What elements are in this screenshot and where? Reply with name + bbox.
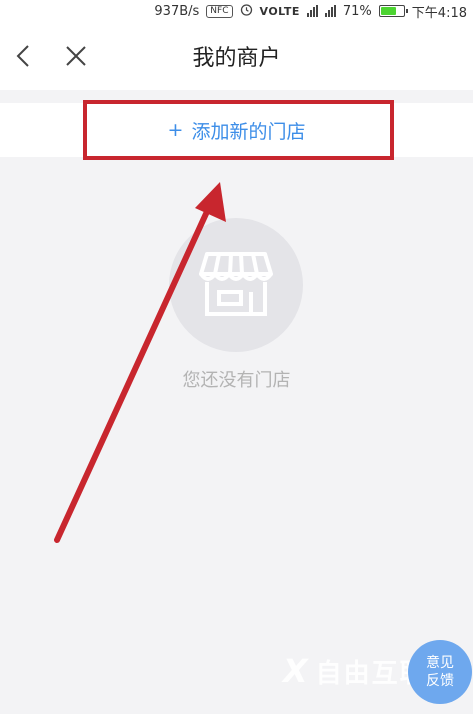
screen: 937B/s NFC VOLTE 71% 下午4:18 我的商户 + 添加新的门… <box>0 0 473 714</box>
nfc-badge: NFC <box>206 4 233 18</box>
volte-label: VOLTE <box>259 4 300 18</box>
watermark-x-mark: X <box>283 652 310 690</box>
signal-4g-icon <box>324 5 336 17</box>
feedback-label-line1: 意见 <box>426 655 454 671</box>
signal-icon <box>306 5 318 17</box>
add-store-label: 添加新的门店 <box>191 120 306 143</box>
close-icon[interactable] <box>62 42 90 70</box>
alarm-clock-icon <box>240 3 253 20</box>
clock-time: 下午4:18 <box>411 5 467 21</box>
battery-percent: 71% <box>342 3 372 19</box>
plus-icon: + <box>167 119 184 141</box>
empty-state-circle <box>169 218 303 352</box>
watermark-logo: X 自由互联 <box>283 652 428 690</box>
storefront-icon <box>193 240 279 330</box>
battery-icon <box>378 5 408 17</box>
feedback-button[interactable]: 意见 反馈 <box>408 640 472 704</box>
chevron-left-icon[interactable] <box>10 42 38 70</box>
status-bar: 937B/s NFC VOLTE 71% 下午4:18 <box>0 0 473 22</box>
battery-fill <box>380 7 396 15</box>
header-bar: 我的商户 <box>0 22 473 90</box>
page-title: 我的商户 <box>192 46 281 71</box>
network-speed: 937B/s <box>154 3 200 19</box>
feedback-label-line2: 反馈 <box>426 673 454 689</box>
add-store-button[interactable]: + 添加新的门店 <box>168 117 306 144</box>
add-store-bar: + 添加新的门店 <box>0 103 473 157</box>
empty-state-message: 您还没有门店 <box>182 370 291 391</box>
